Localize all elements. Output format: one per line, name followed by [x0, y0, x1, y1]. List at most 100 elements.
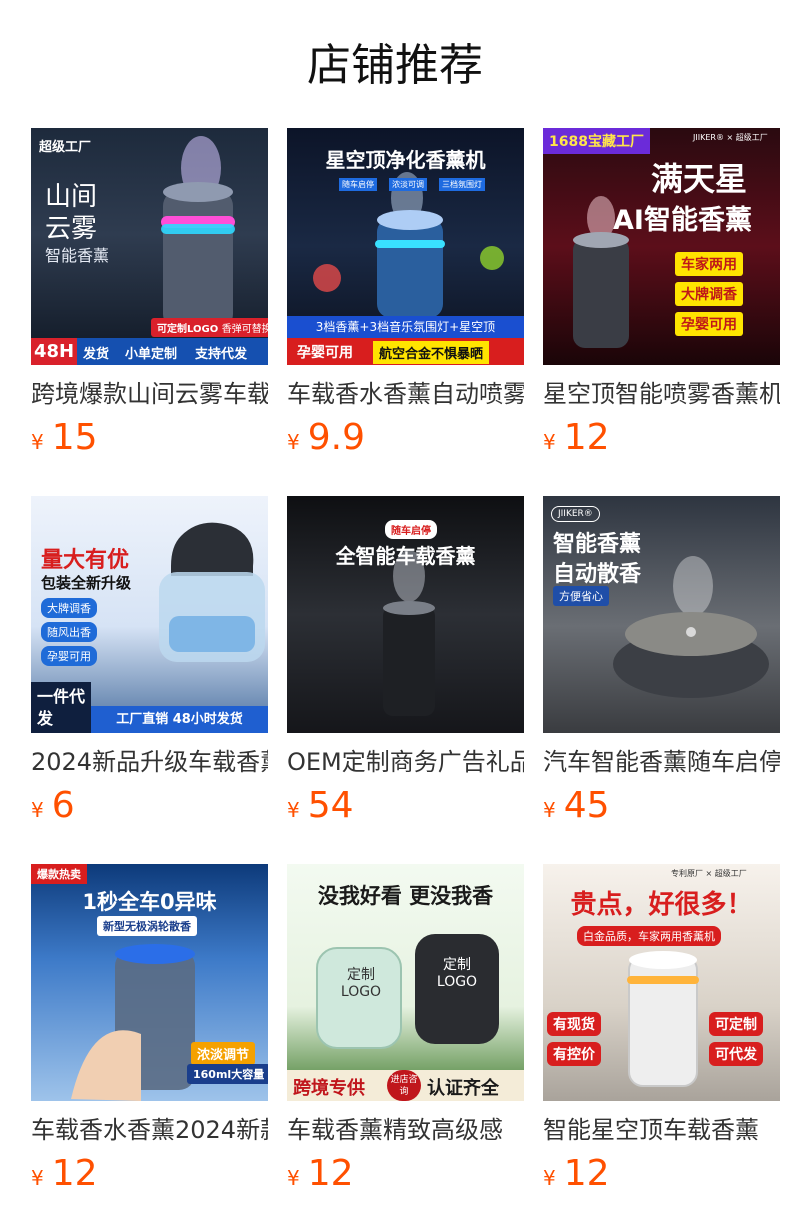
ship-label: 发货	[83, 347, 110, 362]
headline-2: 自动散香	[553, 562, 642, 587]
product-card[interactable]: 随车启停 全智能车载香薰 OEM定制商务广告礼品 ¥54	[287, 496, 524, 836]
headline: 星空顶净化香薰机	[325, 148, 486, 172]
currency-symbol: ¥	[543, 430, 556, 454]
tag-1: 车家两用	[675, 252, 743, 276]
price-value: 15	[51, 417, 98, 458]
factory-badge: 1688宝藏工厂	[543, 128, 650, 154]
tag-1: 大牌调香	[41, 598, 97, 618]
tag-3: 三档氛围灯	[439, 178, 485, 191]
product-price: ¥45	[543, 782, 610, 830]
product-price: ¥9.9	[287, 414, 365, 462]
headline: 1秒全车0异味	[82, 890, 217, 914]
store-recommendation-page: 店铺推荐 超级工厂 山间 云雾 智能香薰 可定制LOGO 香弹可替换 48H 发…	[0, 0, 790, 1232]
custom-logo-badge: 可定制LOGO 香弹可替换	[151, 318, 268, 337]
headline-1: 满天星	[651, 160, 748, 198]
tag-2: 浓淡可调	[389, 178, 427, 191]
tag-1: 随车启停	[339, 178, 377, 191]
headline: 贵点，好很多！	[570, 890, 753, 920]
brand-label: 超级工厂	[39, 140, 92, 155]
tag-2: 可定制	[709, 1012, 763, 1036]
product-name[interactable]: 星空顶智能喷雾香薰机	[543, 374, 780, 414]
product-card[interactable]: 星空顶净化香薰机 随车启停 浓淡可调 三档氛围灯 3档香薰+3档音乐氛围灯+星空…	[287, 128, 524, 468]
product-price: ¥6	[31, 782, 75, 830]
product-price: ¥12	[543, 1150, 610, 1198]
product-name[interactable]: 车载香水香薰自动喷雾	[287, 374, 524, 414]
logo-text-right: 定制LOGO	[436, 957, 478, 990]
tag-3: 孕婴可用	[675, 312, 743, 336]
product-name[interactable]: 跨境爆款山间云雾车载香薰	[31, 374, 268, 414]
product-price: ¥54	[287, 782, 354, 830]
price-value: 54	[307, 785, 354, 826]
product-card[interactable]: 量大有优 包装全新升级 大牌调香 随风出香 孕婴可用 一件代发 工厂直销 48小…	[31, 496, 268, 836]
price-value: 12	[563, 417, 610, 458]
bottom-bar: 工厂直销 48小时发货	[91, 706, 268, 733]
product-name[interactable]: OEM定制商务广告礼品	[287, 742, 524, 782]
tag-3: 孕婴可用	[41, 646, 97, 666]
price-value: 12	[307, 1153, 354, 1194]
product-card[interactable]: 没我好看 更没我香 定制LOGO 定制LOGO 跨境专供 进店咨询 认证齐全 车…	[287, 864, 524, 1204]
custom-logo-text: 可定制LOGO	[157, 324, 219, 335]
product-name[interactable]: 2024新品升级车载香薰	[31, 742, 268, 782]
subhead: 白金品质，车家两用香薰机	[577, 926, 721, 946]
alloy-label: 航空合金不惧暴晒	[373, 341, 490, 364]
page-title: 店铺推荐	[307, 40, 483, 91]
currency-symbol: ¥	[287, 1166, 300, 1190]
product-card[interactable]: 爆款热卖 1秒全车0异味 新型无极涡轮散香 浓淡调节 160ml大容量 车载香水…	[31, 864, 268, 1204]
brand-label: 专利原厂 × 超级工厂	[671, 869, 747, 878]
product-image[interactable]: 星空顶净化香薰机 随车启停 浓淡可调 三档氛围灯 3档香薰+3档音乐氛围灯+星空…	[287, 128, 524, 365]
product-name[interactable]: 汽车智能香薰随车启停	[543, 742, 780, 782]
tag-2: 160ml大容量	[187, 1064, 268, 1084]
product-card[interactable]: 超级工厂 山间 云雾 智能香薰 可定制LOGO 香弹可替换 48H 发货 小单定…	[31, 128, 268, 468]
logo-text-left: 定制LOGO	[340, 967, 382, 1000]
product-image[interactable]: JIIKER® 智能香薰 自动散香 方便省心	[543, 496, 780, 733]
subhead: 新型无极涡轮散香	[97, 916, 197, 936]
small-order-label: 小单定制	[125, 347, 178, 362]
product-card[interactable]: 1688宝藏工厂 JIIKER® × 超级工厂 满天星 AI智能香薰 车家两用 …	[543, 128, 780, 468]
headline-2: AI智能香薰	[613, 205, 752, 236]
headline-1: 智能香薰	[553, 532, 642, 557]
currency-symbol: ¥	[287, 798, 300, 822]
product-price: ¥12	[287, 1150, 354, 1198]
tag-2: 随风出香	[41, 622, 97, 642]
brand-label: JIIKER® × 超级工厂	[693, 133, 768, 142]
product-image[interactable]: 1688宝藏工厂 JIIKER® × 超级工厂 满天星 AI智能香薰 车家两用 …	[543, 128, 780, 365]
tag: 随车启停	[385, 520, 437, 539]
tag-2: 大牌调香	[675, 282, 743, 306]
consult-badge[interactable]: 进店咨询	[387, 1070, 421, 1101]
product-image[interactable]: 超级工厂 山间 云雾 智能香薰 可定制LOGO 香弹可替换 48H 发货 小单定…	[31, 128, 268, 365]
product-price: ¥12	[31, 1150, 98, 1198]
tag-4: 可代发	[709, 1042, 763, 1066]
corner-label: 一件代发	[31, 682, 91, 733]
price-value: 12	[563, 1153, 610, 1194]
currency-symbol: ¥	[31, 798, 44, 822]
replace-text: 香弹可替换	[221, 324, 268, 335]
price-value: 6	[51, 785, 75, 826]
baby-label: 孕婴可用	[297, 345, 353, 361]
product-image[interactable]: 随车启停 全智能车载香薰	[287, 496, 524, 733]
headline-2: 云雾	[45, 214, 98, 244]
price-value: 12	[51, 1153, 98, 1194]
headline-1: 量大有优	[41, 548, 130, 573]
currency-symbol: ¥	[543, 798, 556, 822]
product-name[interactable]: 智能星空顶车载香薰	[543, 1110, 780, 1150]
product-card[interactable]: 专利原厂 × 超级工厂 贵点，好很多！ 白金品质，车家两用香薰机 有现货 可定制…	[543, 864, 780, 1204]
product-name[interactable]: 车载香水香薰2024新款	[31, 1110, 268, 1150]
product-image[interactable]: 专利原厂 × 超级工厂 贵点，好很多！ 白金品质，车家两用香薰机 有现货 可定制…	[543, 864, 780, 1101]
product-image[interactable]: 量大有优 包装全新升级 大牌调香 随风出香 孕婴可用 一件代发 工厂直销 48小…	[31, 496, 268, 733]
currency-symbol: ¥	[543, 1166, 556, 1190]
currency-symbol: ¥	[287, 430, 300, 454]
tag-1: 浓淡调节	[191, 1042, 256, 1065]
product-image[interactable]: 爆款热卖 1秒全车0异味 新型无极涡轮散香 浓淡调节 160ml大容量	[31, 864, 268, 1101]
bottom-right-label: 认证齐全	[427, 1078, 499, 1099]
product-price: ¥15	[31, 414, 98, 462]
product-price: ¥12	[543, 414, 610, 462]
headline-2: 包装全新升级	[41, 574, 132, 592]
48h-badge: 48H	[31, 338, 77, 365]
product-card[interactable]: JIIKER® 智能香薰 自动散香 方便省心 汽车智能香薰随车启停 ¥45	[543, 496, 780, 836]
tag-1: 有现货	[547, 1012, 601, 1036]
price-value: 9.9	[307, 417, 365, 458]
headline: 没我好看 更没我香	[317, 883, 494, 908]
product-name[interactable]: 车载香薰精致高级感	[287, 1110, 524, 1150]
bottom-left-label: 跨境专供	[293, 1078, 365, 1099]
product-image[interactable]: 没我好看 更没我香 定制LOGO 定制LOGO 跨境专供 进店咨询 认证齐全	[287, 864, 524, 1101]
